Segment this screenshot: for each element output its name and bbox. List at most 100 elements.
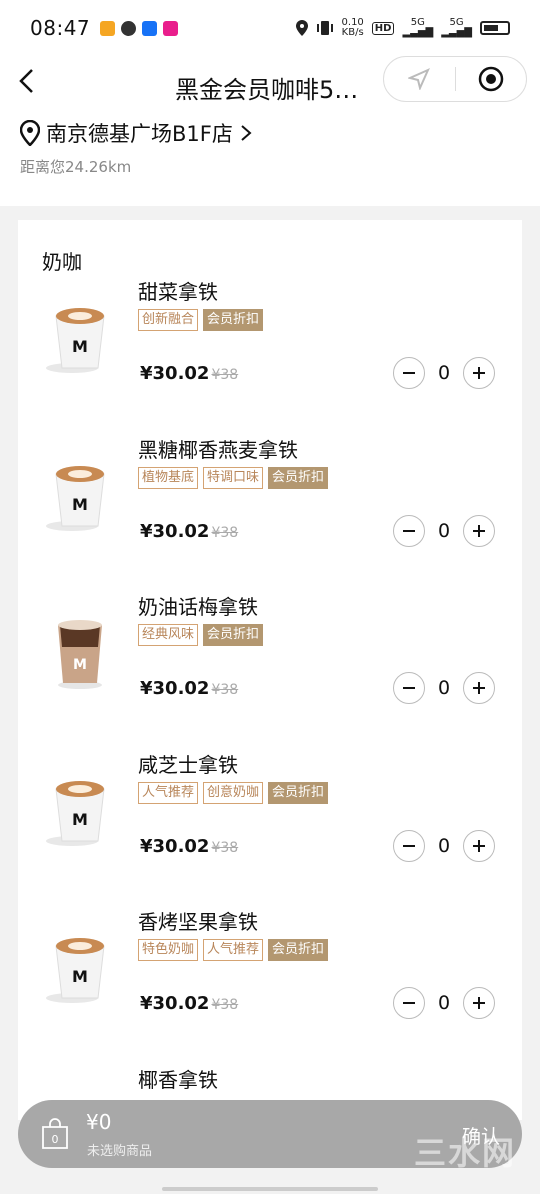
hd-icon: HD — [371, 21, 395, 35]
product-price: ¥30.02 ¥38 — [140, 363, 238, 384]
increase-button[interactable] — [463, 987, 495, 1019]
product-item[interactable]: M 黑糖椰香燕麦拿铁 植物基底 特调口味 会员折扣 ¥30.02 ¥38 0 — [18, 434, 522, 591]
product-tag: 会员折扣 — [268, 781, 329, 804]
plus-icon — [473, 682, 485, 694]
product-tag: 经典风味 — [138, 624, 199, 646]
cart-count: 0 — [52, 1133, 59, 1146]
status-right: 0.10 KB/s HD 5G ▂▃▅▇ 5G ▂▃▅▇ — [295, 18, 510, 38]
close-miniapp-button[interactable] — [456, 57, 527, 101]
product-image: M — [42, 454, 112, 534]
svg-text:M: M — [72, 810, 88, 829]
quantity-value: 0 — [437, 362, 451, 384]
increase-button[interactable] — [463, 672, 495, 704]
product-tag: 创新融合 — [138, 309, 199, 331]
cart-total: ¥0 — [86, 1110, 112, 1134]
target-icon — [478, 66, 503, 92]
zhihu-icon — [142, 20, 158, 36]
discount-price: ¥30.02 — [140, 678, 210, 699]
original-price: ¥38 — [211, 997, 239, 1013]
plus-icon — [473, 367, 485, 379]
home-indicator[interactable] — [162, 1187, 378, 1191]
product-tags: 经典风味 会员折扣 — [138, 624, 264, 646]
plus-icon — [473, 839, 485, 852]
chevron-right-icon — [241, 125, 252, 141]
map-pin-icon — [20, 120, 40, 146]
status-bar: 08:47 0.10 KB/s HD 5G ▂▃▅▇ 5G ▂▃▅▇ — [0, 0, 540, 56]
product-tags: 人气推荐 创意奶咖 会员折扣 — [138, 781, 329, 804]
product-tag: 植物基底 — [138, 466, 199, 489]
back-button[interactable] — [18, 68, 48, 98]
decrease-button[interactable] — [393, 672, 425, 704]
product-name: 椰香拿铁 — [138, 1067, 218, 1092]
minus-icon — [403, 529, 415, 532]
quantity-value: 0 — [437, 519, 451, 542]
minus-icon — [403, 372, 415, 374]
category-title: 奶咖 — [42, 250, 82, 274]
increase-button[interactable] — [463, 829, 495, 862]
product-tag: 创意奶咖 — [203, 781, 264, 804]
minus-icon — [403, 844, 415, 847]
discount-price: ¥30.02 — [140, 520, 210, 542]
share-location-button[interactable] — [384, 57, 455, 101]
plus-icon — [473, 997, 485, 1009]
store-selector[interactable]: 南京德基广场B1F店 — [20, 118, 253, 148]
quantity-value: 0 — [437, 834, 451, 857]
menu-card: 奶咖 M 甜菜拿铁 创新融合 会员折扣 ¥30.02 ¥38 0 M 黑糖椰香燕麦拿铁 植物基底特… — [18, 220, 522, 1120]
shopping-bag-icon: 0 — [42, 1118, 68, 1149]
increase-button[interactable] — [463, 514, 495, 547]
product-item[interactable]: M 甜菜拿铁 创新融合 会员折扣 ¥30.02 ¥38 0 — [18, 276, 522, 433]
cart-button[interactable]: 0 — [40, 1118, 70, 1150]
cart-hint: 未选购商品 — [87, 1144, 153, 1159]
product-image: M — [42, 769, 112, 849]
product-tags: 创新融合 会员折扣 — [138, 309, 264, 331]
page-title: 黑金会员咖啡5… — [175, 76, 359, 104]
discount-price: ¥30.02 — [140, 835, 210, 857]
discount-price: ¥30.02 — [140, 363, 210, 384]
plus-icon — [473, 524, 485, 537]
navigation-arrow-icon — [408, 68, 431, 90]
product-image: M — [42, 296, 112, 376]
product-item[interactable]: M 咸芝士拿铁人气推荐 创意奶咖 会员折扣 ¥30.02 ¥38 0 — [18, 749, 522, 906]
product-image: M — [42, 926, 112, 1006]
product-tags: 植物基底 特调口味 会员折扣 — [138, 466, 329, 489]
product-price: ¥30.02 ¥38 — [140, 836, 238, 857]
decrease-button[interactable] — [393, 829, 425, 862]
product-tag: 特调口味 — [203, 466, 264, 489]
quantity-stepper: 0 — [393, 829, 495, 862]
chevron-left-icon — [19, 69, 33, 93]
product-tag: 特色奶咖 — [138, 939, 199, 961]
product-item[interactable]: M 香烤坚果拿铁 特色奶咖 人气推荐 会员折扣 ¥30.02 ¥38 0 — [18, 906, 522, 1063]
net-speed: 0.10 KB/s — [342, 18, 364, 38]
product-tag: 会员折扣 — [268, 939, 329, 961]
watermark-logo: 三水网 — [413, 1134, 516, 1172]
notification-icons — [100, 20, 179, 36]
decrease-button[interactable] — [393, 987, 425, 1019]
original-price: ¥38 — [211, 682, 239, 698]
quantity-value: 0 — [437, 677, 451, 699]
message-icon — [121, 20, 137, 36]
quantity-stepper: 0 — [393, 987, 495, 1019]
battery-icon — [480, 21, 510, 35]
product-name: 奶油话梅拿铁 — [138, 595, 258, 619]
discount-price: ¥30.02 — [140, 993, 210, 1014]
minus-icon — [403, 1002, 415, 1004]
product-image: M — [42, 611, 112, 691]
original-price: ¥38 — [211, 524, 239, 541]
original-price: ¥38 — [211, 839, 239, 856]
product-tag: 人气推荐 — [203, 939, 264, 961]
quantity-stepper: 0 — [393, 357, 495, 389]
product-item[interactable]: M 奶油话梅拿铁 经典风味 会员折扣 ¥30.02 ¥38 0 — [18, 591, 522, 748]
decrease-button[interactable] — [393, 514, 425, 547]
svg-text:M: M — [72, 967, 88, 986]
product-tag: 人气推荐 — [138, 781, 199, 804]
increase-button[interactable] — [463, 357, 495, 389]
app-icon — [163, 20, 179, 36]
product-tags: 特色奶咖 人气推荐 会员折扣 — [138, 939, 329, 961]
store-distance: 距离您24.26km — [20, 158, 132, 176]
product-name: 香烤坚果拿铁 — [138, 910, 258, 934]
location-status-icon — [295, 20, 308, 36]
original-price: ¥38 — [211, 367, 239, 383]
decrease-button[interactable] — [393, 357, 425, 389]
product-name: 咸芝士拿铁 — [138, 752, 238, 777]
svg-text:M: M — [72, 337, 88, 356]
